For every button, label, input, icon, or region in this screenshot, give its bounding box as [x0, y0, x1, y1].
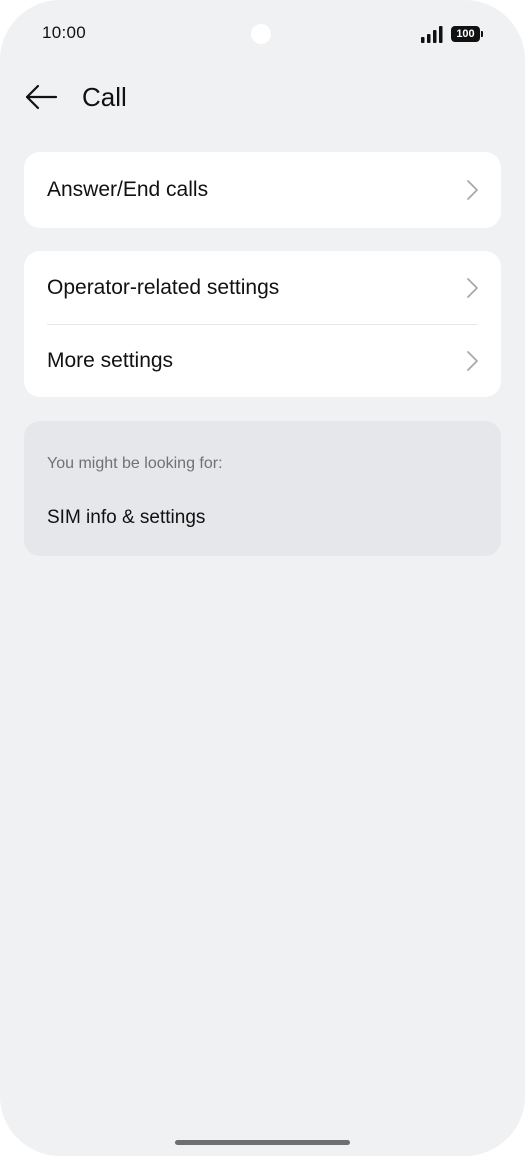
operator-related-settings-item[interactable]: Operator-related settings	[24, 251, 501, 324]
page-title: Call	[82, 82, 127, 112]
settings-group-1: Answer/End calls	[24, 152, 501, 228]
more-settings-item[interactable]: More settings	[24, 324, 501, 397]
item-label: Operator-related settings	[47, 275, 280, 299]
chevron-right-icon	[467, 350, 478, 371]
front-camera-cutout	[251, 24, 271, 44]
suggestions-card: You might be looking for: SIM info & set…	[24, 421, 501, 556]
battery-icon: 100	[451, 26, 480, 42]
arrow-left-icon	[25, 84, 58, 110]
battery-level: 100	[456, 28, 475, 40]
item-label: Answer/End calls	[47, 178, 209, 201]
answer-end-calls-item[interactable]: Answer/End calls	[24, 152, 501, 228]
item-label: More settings	[47, 348, 174, 372]
suggestions-heading: You might be looking for:	[47, 455, 223, 472]
status-time: 10:00	[42, 23, 87, 42]
settings-group-2: Operator-related settings More settings	[24, 251, 501, 397]
back-button[interactable]	[24, 83, 58, 111]
phone-screen: 10:00 100 Call Answer/End calls Operator…	[0, 0, 525, 1156]
signal-icon	[421, 26, 443, 43]
chevron-right-icon	[467, 277, 478, 298]
battery-tip	[481, 31, 483, 37]
sim-info-settings-link[interactable]: SIM info & settings	[47, 507, 205, 529]
chevron-right-icon	[467, 180, 478, 200]
home-indicator[interactable]	[175, 1140, 350, 1145]
